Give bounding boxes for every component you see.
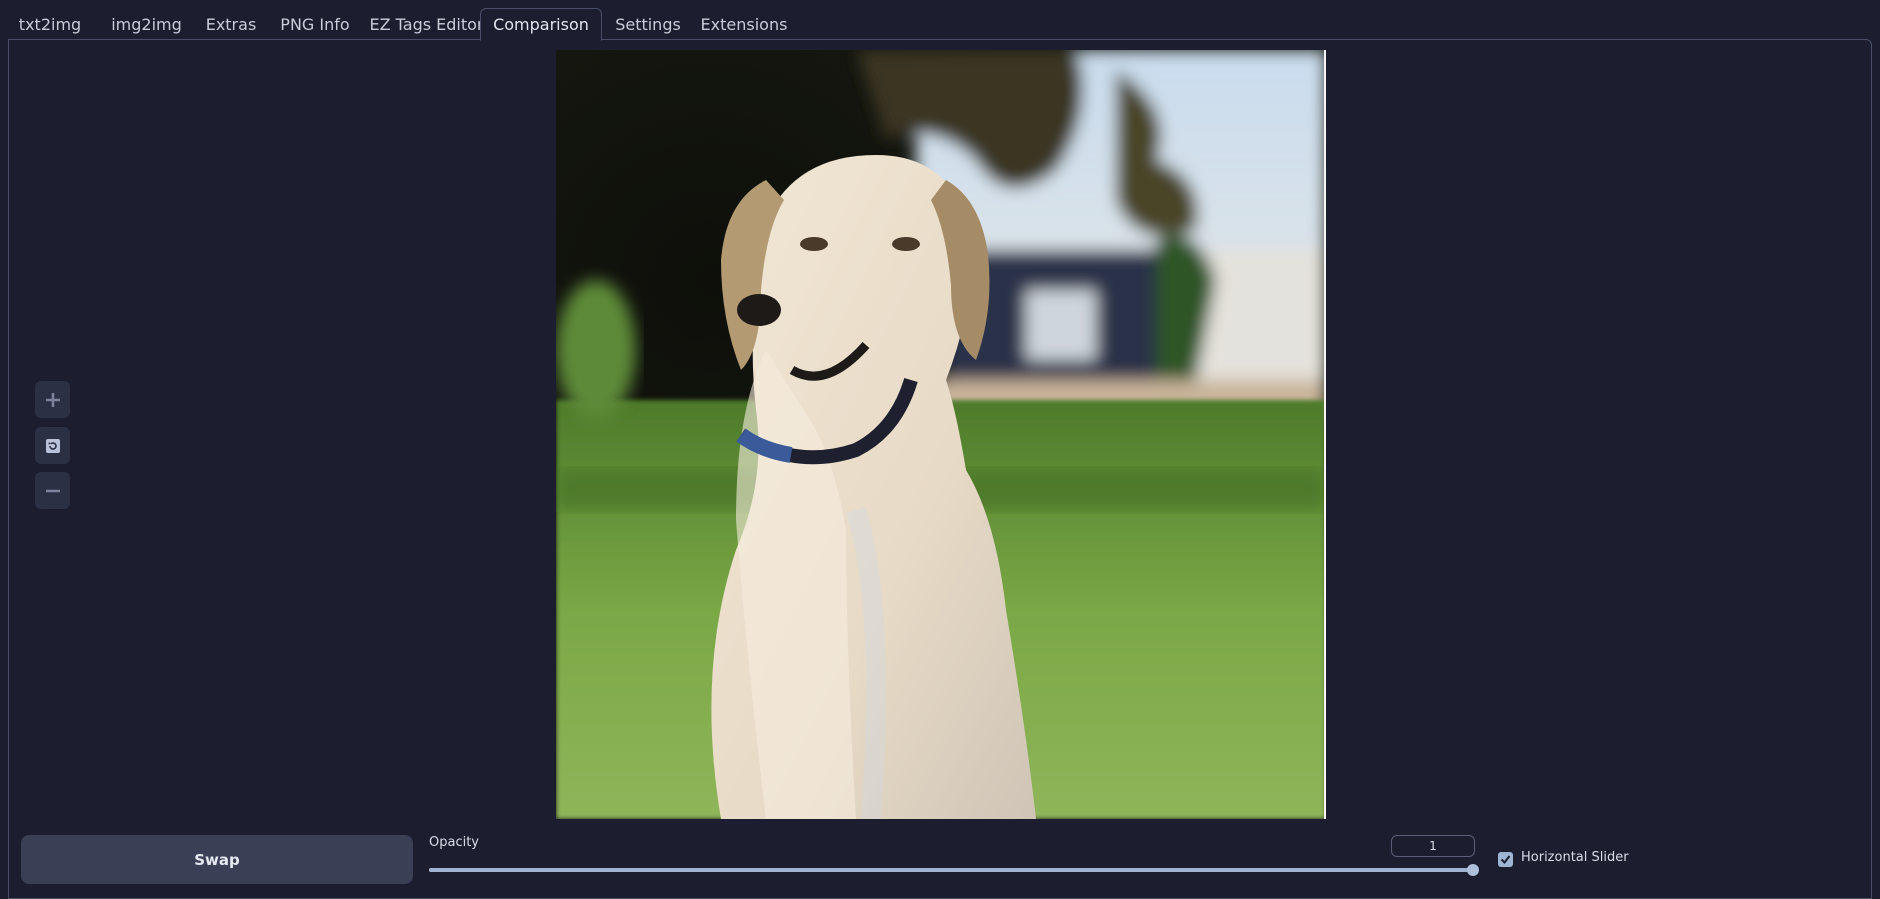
zoom-in-button[interactable] xyxy=(35,381,70,418)
tab-comparison[interactable]: Comparison xyxy=(480,8,602,41)
checkmark-icon xyxy=(1500,855,1511,865)
dog-photo xyxy=(556,50,1326,819)
plus-icon xyxy=(45,392,60,407)
horizontal-slider-checkbox[interactable] xyxy=(1498,852,1513,867)
tab-bar: txt2img img2img Extras PNG Info EZ Tags … xyxy=(8,8,1872,41)
opacity-slider[interactable] xyxy=(429,864,1479,876)
tab-extras[interactable]: Extras xyxy=(196,8,266,40)
tab-img2img[interactable]: img2img xyxy=(100,8,193,40)
opacity-value-input[interactable]: 1 xyxy=(1391,835,1475,857)
tab-settings[interactable]: Settings xyxy=(608,8,688,40)
opacity-slider-thumb[interactable] xyxy=(1467,864,1479,876)
opacity-slider-fill xyxy=(429,868,1473,872)
swap-button[interactable]: Swap xyxy=(21,835,413,884)
reset-zoom-button[interactable] xyxy=(35,427,70,464)
horizontal-slider-label: Horizontal Slider xyxy=(1521,850,1629,865)
minus-icon xyxy=(45,489,60,492)
tab-ez-tags-editor[interactable]: EZ Tags Editor xyxy=(364,8,489,40)
tab-extensions[interactable]: Extensions xyxy=(692,8,796,40)
tab-txt2img[interactable]: txt2img xyxy=(8,8,92,40)
zoom-out-button[interactable] xyxy=(35,472,70,509)
opacity-label: Opacity xyxy=(429,835,480,850)
tab-png-info[interactable]: PNG Info xyxy=(270,8,360,40)
reset-icon xyxy=(45,438,60,453)
comparison-image[interactable] xyxy=(556,50,1326,819)
